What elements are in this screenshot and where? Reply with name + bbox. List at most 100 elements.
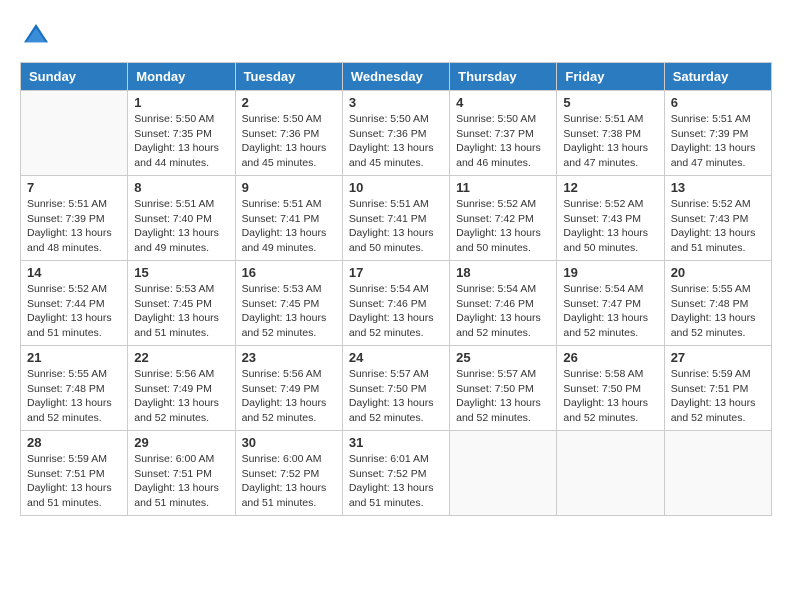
- day-info: Sunrise: 5:51 AMSunset: 7:40 PMDaylight:…: [134, 197, 228, 256]
- day-info: Sunrise: 5:55 AMSunset: 7:48 PMDaylight:…: [27, 367, 121, 426]
- day-info: Sunrise: 5:50 AMSunset: 7:35 PMDaylight:…: [134, 112, 228, 171]
- day-info: Sunrise: 5:54 AMSunset: 7:47 PMDaylight:…: [563, 282, 657, 341]
- day-cell: 7Sunrise: 5:51 AMSunset: 7:39 PMDaylight…: [21, 176, 128, 261]
- day-number: 31: [349, 435, 443, 450]
- day-cell: 10Sunrise: 5:51 AMSunset: 7:41 PMDayligh…: [342, 176, 449, 261]
- week-row-4: 21 Sunrise: 5:55 AMSunset: 7:48 PMDayligh…: [21, 346, 772, 431]
- day-number: 25: [456, 350, 550, 365]
- day-info: Sunrise: 5:58 AMSunset: 7:50 PMDaylight:…: [563, 367, 657, 426]
- day-cell: 11 Sunrise: 5:52 AMSunset: 7:42 PMDayligh…: [450, 176, 557, 261]
- day-number: 2: [242, 95, 336, 110]
- day-cell: 14 Sunrise: 5:52 AMSunset: 7:44 PMDayligh…: [21, 261, 128, 346]
- day-number: 5: [563, 95, 657, 110]
- day-info: Sunrise: 5:52 AMSunset: 7:44 PMDaylight:…: [27, 282, 121, 341]
- day-cell: 5 Sunrise: 5:51 AMSunset: 7:38 PMDaylight…: [557, 91, 664, 176]
- day-number: 21: [27, 350, 121, 365]
- day-number: 29: [134, 435, 228, 450]
- day-number: 14: [27, 265, 121, 280]
- day-cell: [664, 431, 771, 516]
- day-cell: [21, 91, 128, 176]
- day-cell: 13 Sunrise: 5:52 AMSunset: 7:43 PMDayligh…: [664, 176, 771, 261]
- day-number: 9: [242, 180, 336, 195]
- day-info: Sunrise: 5:56 AMSunset: 7:49 PMDaylight:…: [134, 367, 228, 426]
- day-cell: 15 Sunrise: 5:53 AMSunset: 7:45 PMDayligh…: [128, 261, 235, 346]
- day-cell: 24Sunrise: 5:57 AMSunset: 7:50 PMDayligh…: [342, 346, 449, 431]
- col-header-monday: Monday: [128, 63, 235, 91]
- day-cell: [450, 431, 557, 516]
- week-row-3: 14 Sunrise: 5:52 AMSunset: 7:44 PMDayligh…: [21, 261, 772, 346]
- col-header-thursday: Thursday: [450, 63, 557, 91]
- day-number: 4: [456, 95, 550, 110]
- col-header-tuesday: Tuesday: [235, 63, 342, 91]
- day-info: Sunrise: 5:51 AMSunset: 7:41 PMDaylight:…: [242, 197, 336, 256]
- week-row-1: 1 Sunrise: 5:50 AMSunset: 7:35 PMDaylight…: [21, 91, 772, 176]
- day-cell: 2 Sunrise: 5:50 AMSunset: 7:36 PMDaylight…: [235, 91, 342, 176]
- day-number: 22: [134, 350, 228, 365]
- day-number: 8: [134, 180, 228, 195]
- col-header-wednesday: Wednesday: [342, 63, 449, 91]
- day-cell: 19 Sunrise: 5:54 AMSunset: 7:47 PMDayligh…: [557, 261, 664, 346]
- day-number: 17: [349, 265, 443, 280]
- day-cell: 6Sunrise: 5:51 AMSunset: 7:39 PMDaylight…: [664, 91, 771, 176]
- day-number: 10: [349, 180, 443, 195]
- day-number: 20: [671, 265, 765, 280]
- day-info: Sunrise: 5:53 AMSunset: 7:45 PMDaylight:…: [134, 282, 228, 341]
- day-info: Sunrise: 5:50 AMSunset: 7:37 PMDaylight:…: [456, 112, 550, 171]
- week-row-2: 7Sunrise: 5:51 AMSunset: 7:39 PMDaylight…: [21, 176, 772, 261]
- day-info: Sunrise: 5:57 AMSunset: 7:50 PMDaylight:…: [456, 367, 550, 426]
- col-header-sunday: Sunday: [21, 63, 128, 91]
- day-info: Sunrise: 5:52 AMSunset: 7:42 PMDaylight:…: [456, 197, 550, 256]
- day-cell: 1 Sunrise: 5:50 AMSunset: 7:35 PMDaylight…: [128, 91, 235, 176]
- day-number: 13: [671, 180, 765, 195]
- day-info: Sunrise: 5:59 AMSunset: 7:51 PMDaylight:…: [671, 367, 765, 426]
- day-info: Sunrise: 5:51 AMSunset: 7:39 PMDaylight:…: [671, 112, 765, 171]
- day-cell: 17Sunrise: 5:54 AMSunset: 7:46 PMDayligh…: [342, 261, 449, 346]
- day-cell: 26 Sunrise: 5:58 AMSunset: 7:50 PMDayligh…: [557, 346, 664, 431]
- day-cell: 9 Sunrise: 5:51 AMSunset: 7:41 PMDaylight…: [235, 176, 342, 261]
- day-cell: 30 Sunrise: 6:00 AMSunset: 7:52 PMDayligh…: [235, 431, 342, 516]
- day-cell: 4 Sunrise: 5:50 AMSunset: 7:37 PMDaylight…: [450, 91, 557, 176]
- day-info: Sunrise: 5:57 AMSunset: 7:50 PMDaylight:…: [349, 367, 443, 426]
- day-number: 30: [242, 435, 336, 450]
- day-info: Sunrise: 5:55 AMSunset: 7:48 PMDaylight:…: [671, 282, 765, 341]
- day-number: 1: [134, 95, 228, 110]
- day-info: Sunrise: 5:56 AMSunset: 7:49 PMDaylight:…: [242, 367, 336, 426]
- day-info: Sunrise: 5:59 AMSunset: 7:51 PMDaylight:…: [27, 452, 121, 511]
- day-number: 19: [563, 265, 657, 280]
- page-header: [20, 20, 772, 52]
- day-info: Sunrise: 5:51 AMSunset: 7:38 PMDaylight:…: [563, 112, 657, 171]
- day-number: 15: [134, 265, 228, 280]
- day-number: 7: [27, 180, 121, 195]
- col-header-saturday: Saturday: [664, 63, 771, 91]
- day-number: 16: [242, 265, 336, 280]
- day-cell: 27 Sunrise: 5:59 AMSunset: 7:51 PMDayligh…: [664, 346, 771, 431]
- day-number: 3: [349, 95, 443, 110]
- day-cell: 12 Sunrise: 5:52 AMSunset: 7:43 PMDayligh…: [557, 176, 664, 261]
- day-info: Sunrise: 5:52 AMSunset: 7:43 PMDaylight:…: [563, 197, 657, 256]
- day-number: 23: [242, 350, 336, 365]
- day-number: 18: [456, 265, 550, 280]
- day-cell: 16Sunrise: 5:53 AMSunset: 7:45 PMDayligh…: [235, 261, 342, 346]
- week-row-5: 28Sunrise: 5:59 AMSunset: 7:51 PMDayligh…: [21, 431, 772, 516]
- day-number: 26: [563, 350, 657, 365]
- day-info: Sunrise: 6:00 AMSunset: 7:51 PMDaylight:…: [134, 452, 228, 511]
- header-row: SundayMondayTuesdayWednesdayThursdayFrid…: [21, 63, 772, 91]
- day-number: 11: [456, 180, 550, 195]
- day-info: Sunrise: 5:50 AMSunset: 7:36 PMDaylight:…: [242, 112, 336, 171]
- logo-icon: [20, 20, 52, 52]
- day-cell: 25 Sunrise: 5:57 AMSunset: 7:50 PMDayligh…: [450, 346, 557, 431]
- col-header-friday: Friday: [557, 63, 664, 91]
- day-cell: 31Sunrise: 6:01 AMSunset: 7:52 PMDayligh…: [342, 431, 449, 516]
- day-cell: 29 Sunrise: 6:00 AMSunset: 7:51 PMDayligh…: [128, 431, 235, 516]
- day-number: 12: [563, 180, 657, 195]
- day-info: Sunrise: 5:54 AMSunset: 7:46 PMDaylight:…: [456, 282, 550, 341]
- logo: [20, 20, 58, 52]
- day-cell: 28Sunrise: 5:59 AMSunset: 7:51 PMDayligh…: [21, 431, 128, 516]
- day-cell: 18 Sunrise: 5:54 AMSunset: 7:46 PMDayligh…: [450, 261, 557, 346]
- day-cell: 22 Sunrise: 5:56 AMSunset: 7:49 PMDayligh…: [128, 346, 235, 431]
- day-number: 27: [671, 350, 765, 365]
- day-cell: 8 Sunrise: 5:51 AMSunset: 7:40 PMDaylight…: [128, 176, 235, 261]
- day-info: Sunrise: 5:52 AMSunset: 7:43 PMDaylight:…: [671, 197, 765, 256]
- day-info: Sunrise: 6:00 AMSunset: 7:52 PMDaylight:…: [242, 452, 336, 511]
- day-cell: 23 Sunrise: 5:56 AMSunset: 7:49 PMDayligh…: [235, 346, 342, 431]
